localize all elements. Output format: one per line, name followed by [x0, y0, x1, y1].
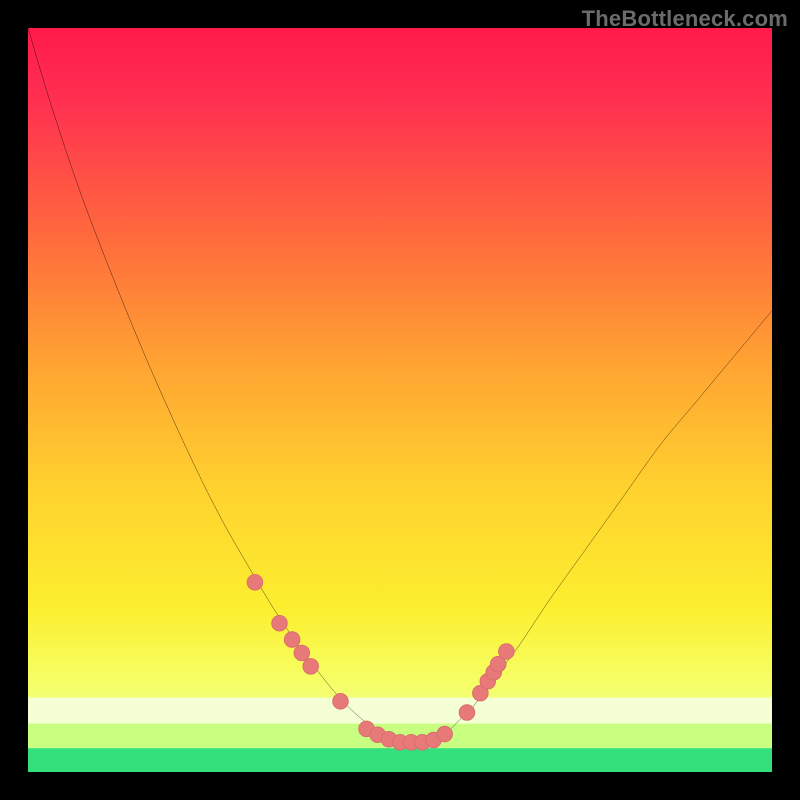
curve-marker	[437, 726, 453, 742]
curve-marker	[499, 644, 515, 660]
glow-band-upper	[28, 698, 772, 724]
bottom-green-band	[28, 748, 772, 772]
curve-marker	[303, 659, 319, 675]
curve-marker	[459, 705, 475, 721]
curve-marker	[284, 632, 300, 648]
curve-marker	[272, 615, 288, 631]
watermark-text: TheBottleneck.com	[582, 6, 788, 32]
curve-marker	[294, 645, 310, 661]
curve-marker	[247, 574, 263, 590]
curve-marker	[333, 694, 349, 710]
bottleneck-curve-chart	[28, 28, 772, 772]
gradient-background	[28, 28, 772, 772]
plot-area	[28, 28, 772, 772]
chart-frame: TheBottleneck.com	[0, 0, 800, 800]
